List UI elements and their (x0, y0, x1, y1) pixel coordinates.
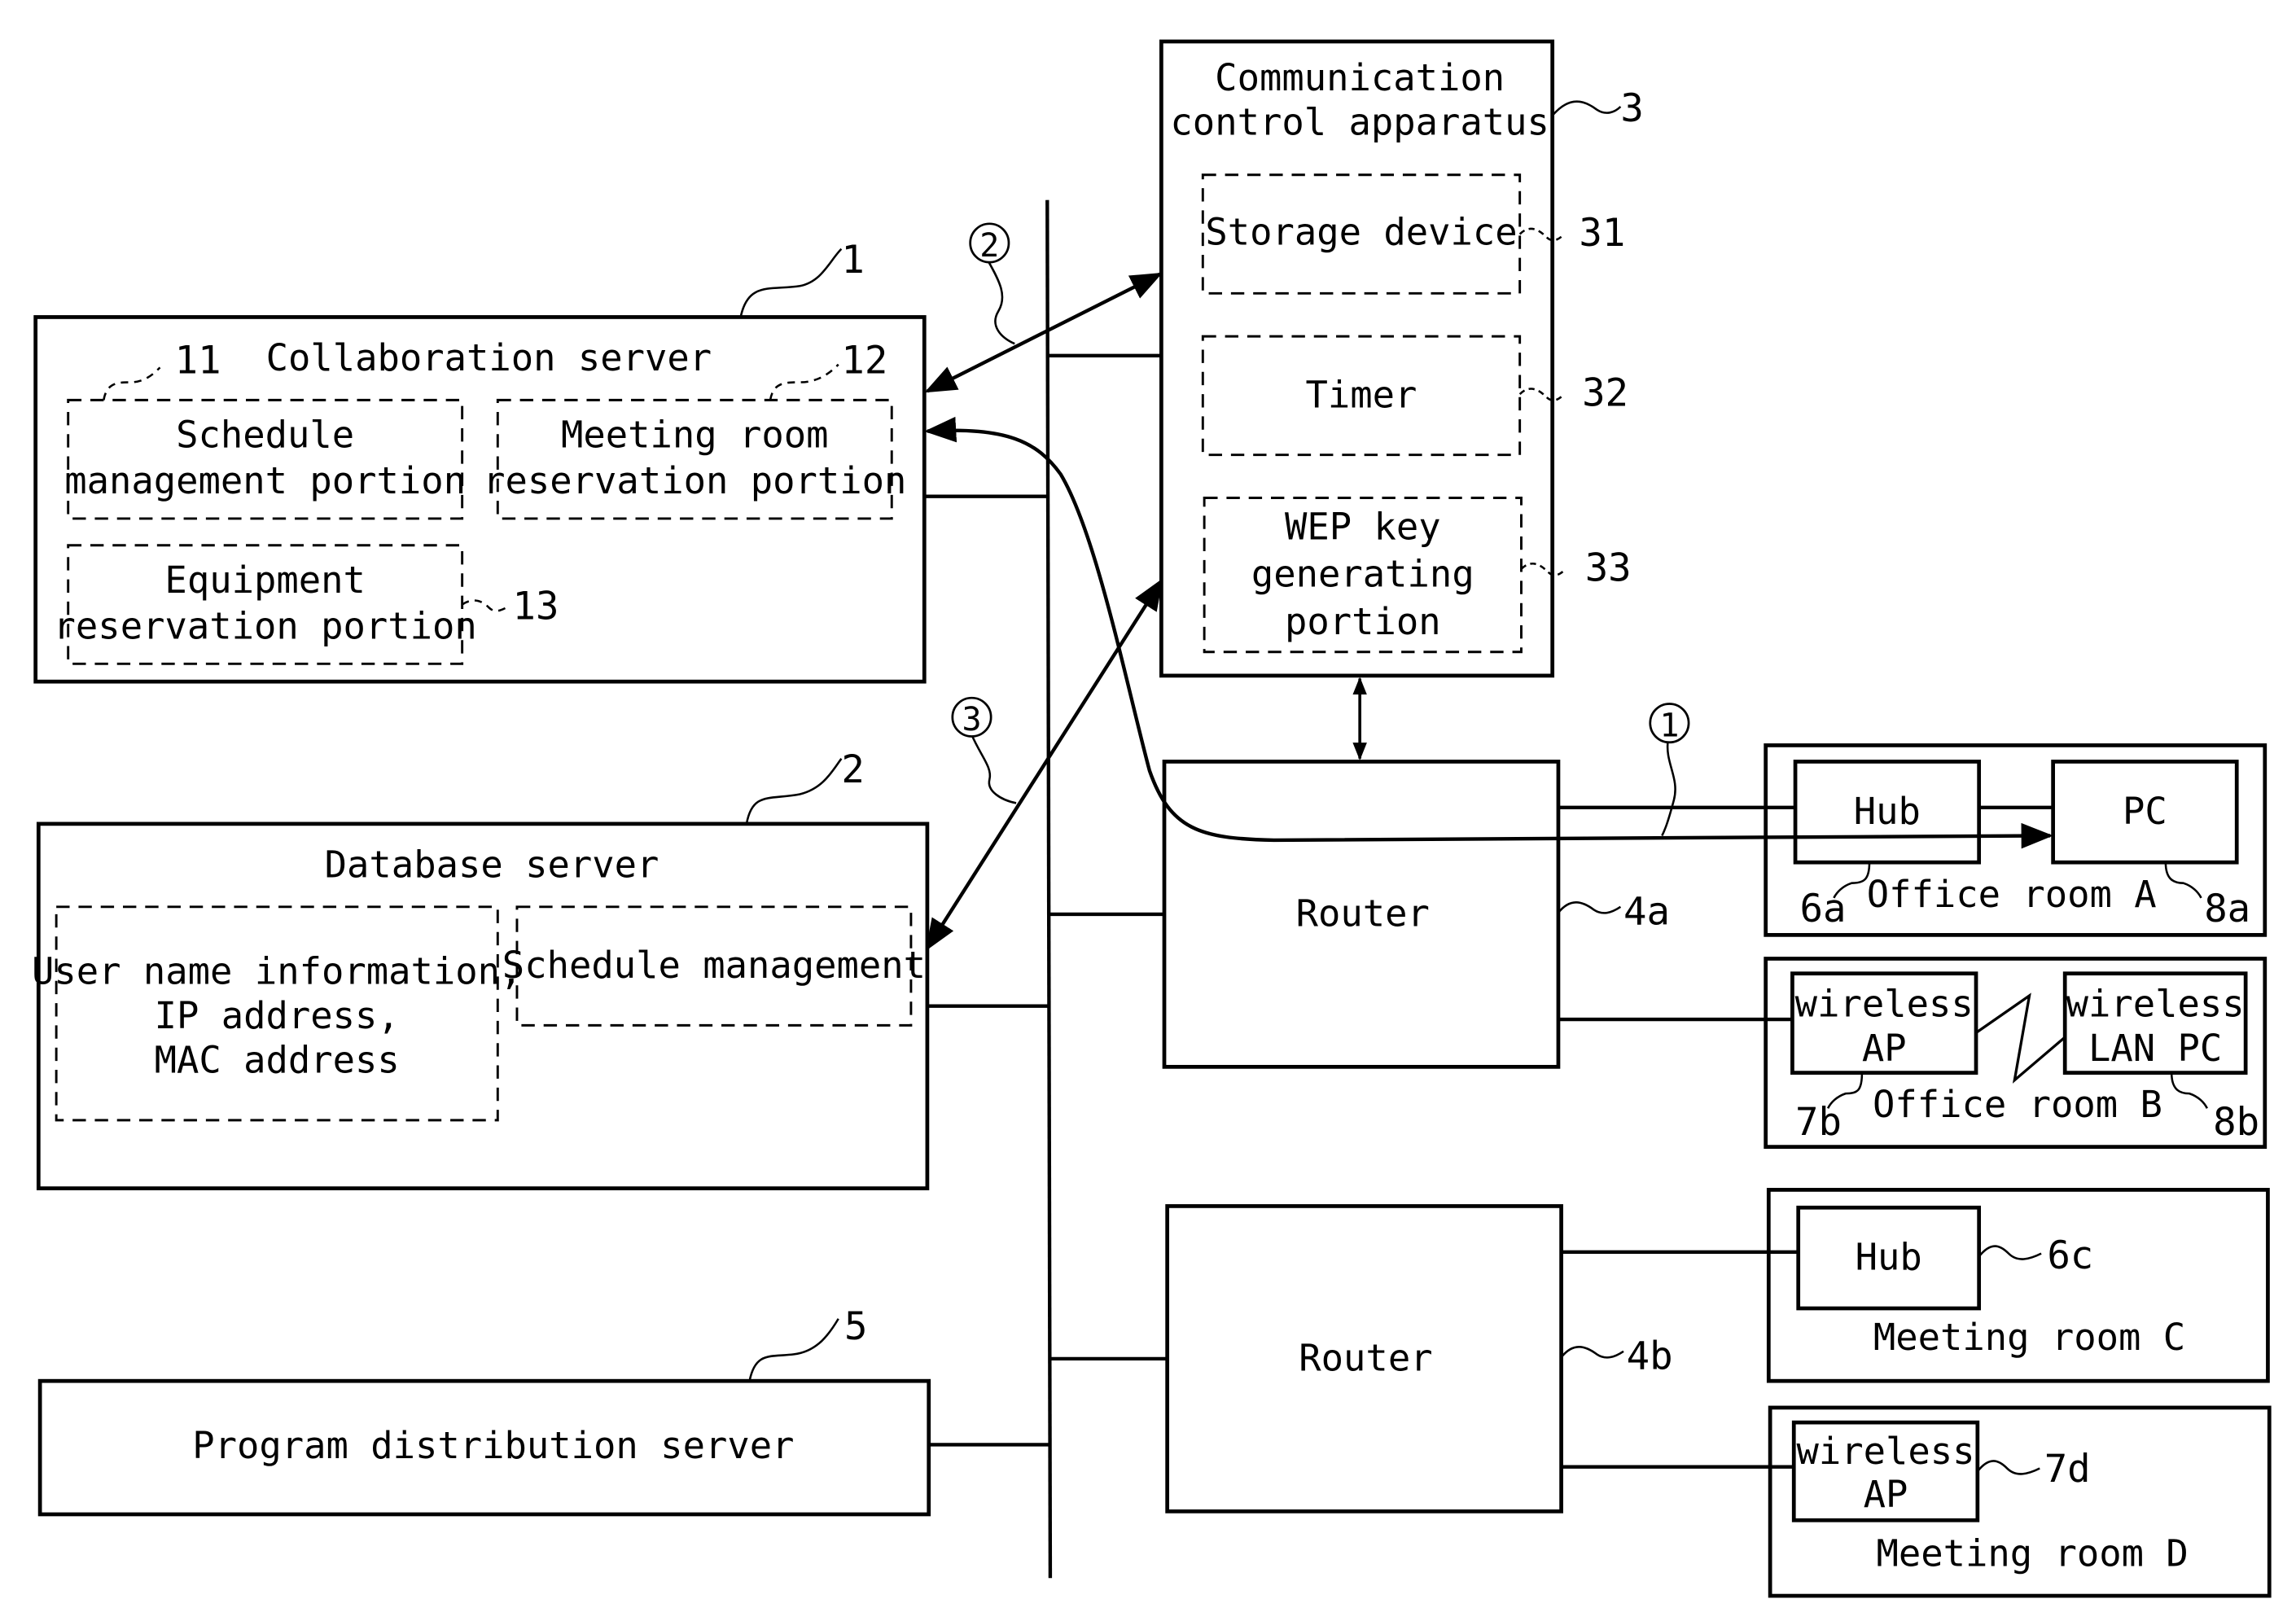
router-4a-label: Router (1296, 892, 1430, 935)
wep-key-line2: generating (1251, 553, 1474, 596)
wireless-ap-7d-line2: AP (1864, 1473, 1908, 1516)
flow-1-leader (1661, 740, 1676, 837)
program-distribution-server: Program distribution server 5 (37, 1304, 931, 1517)
ref-label-2: 2 (841, 747, 864, 792)
ref-label-33: 33 (1585, 545, 1632, 590)
ref-label-31: 31 (1579, 211, 1625, 256)
equipment-reservation-portion-line1: Equipment (164, 559, 365, 602)
ref-label-7b: 7b (1795, 1100, 1842, 1145)
wireless-ap-7b-line1: wireless (1795, 982, 1974, 1025)
ref-label-11: 11 (175, 339, 221, 383)
router-4b-label: Router (1299, 1336, 1432, 1379)
ref-label-1: 1 (841, 238, 864, 283)
network-system-diagram: Collaboration server 1 Schedule manageme… (32, 39, 2272, 1598)
ref-label-4b: 4b (1627, 1334, 1673, 1379)
user-info-line3: MAC address (155, 1039, 400, 1082)
database-server: Database server 2 User name information,… (32, 747, 930, 1190)
network-backbone-line (1045, 199, 1053, 1579)
schedule-management-portion-line1: Schedule (176, 414, 354, 457)
office-room-a: Hub PC Office room A 6a 8a (1764, 743, 2268, 937)
flow-2-arrow (924, 272, 1163, 393)
ref-label-5: 5 (844, 1304, 867, 1349)
hub-6c-label: Hub (1856, 1236, 1922, 1279)
cca-title-line1: Communication (1215, 56, 1505, 99)
pc-8a-label: PC (2123, 790, 2167, 833)
wep-key-line1: WEP key (1285, 505, 1441, 548)
database-server-title: Database server (325, 843, 659, 886)
wireless-ap-7d-line1: wireless (1797, 1430, 1975, 1473)
meeting-room-d: wireless AP 7d Meeting room D (1768, 1405, 2272, 1598)
ref-label-12: 12 (841, 339, 887, 383)
communication-control-apparatus: Communication control apparatus 3 Storag… (1159, 39, 1644, 678)
meeting-room-d-label: Meeting room D (1876, 1532, 2188, 1575)
timer-label: Timer (1306, 373, 1417, 416)
flow-3-marker-label: 3 (962, 701, 981, 738)
office-room-a-label: Office room A (1867, 873, 2157, 916)
flow-2-leader (987, 260, 1015, 345)
flow-2-marker-label: 2 (979, 227, 999, 265)
ref-label-8b: 8b (2213, 1100, 2259, 1145)
collaboration-server-title: Collaboration server (266, 336, 712, 379)
office-room-b-label: Office room B (1873, 1083, 2162, 1126)
cca-title-line2: control apparatus (1170, 101, 1549, 144)
meeting-room-reservation-portion-line1: Meeting room (561, 414, 829, 457)
office-room-b: wireless AP wireless LAN PC Office room … (1764, 957, 2268, 1149)
ref-label-32: 32 (1582, 371, 1628, 416)
ref-label-7d: 7d (2044, 1447, 2091, 1492)
equipment-reservation-portion-line2: reservation portion (54, 604, 477, 647)
schedule-management-portion-line2: management portion (64, 459, 466, 502)
ref-label-6c: 6c (2047, 1233, 2093, 1278)
meeting-room-c-label: Meeting room C (1873, 1316, 2185, 1359)
ref-label-6a: 6a (1800, 887, 1847, 931)
flow-3-arrow (925, 578, 1163, 952)
flow-1-marker-label: 1 (1659, 707, 1679, 744)
flow-3-leader (971, 734, 1017, 804)
meeting-room-c: Hub 6c Meeting room C (1766, 1188, 2270, 1383)
schedule-management-store-label: Schedule management (502, 944, 926, 987)
ref-label-8a: 8a (2204, 887, 2250, 931)
meeting-room-reservation-portion-line2: reservation portion (483, 459, 906, 502)
ref-label-3: 3 (1620, 86, 1643, 131)
user-info-line2: IP address, (155, 994, 400, 1037)
program-distribution-server-title: Program distribution server (192, 1424, 794, 1467)
wireless-lan-pc-8b-line2: LAN PC (2088, 1027, 2222, 1070)
ref-label-13: 13 (512, 585, 559, 629)
storage-device-label: Storage device (1205, 210, 1517, 253)
wireless-ap-7b-line2: AP (1862, 1027, 1907, 1070)
wireless-lan-pc-8b-line1: wireless (2066, 982, 2245, 1025)
ref-label-4a: 4a (1623, 890, 1670, 935)
user-info-line1: User name information, (32, 949, 522, 992)
collaboration-server: Collaboration server 1 Schedule manageme… (33, 238, 927, 684)
wep-key-line3: portion (1285, 600, 1441, 643)
hub-6a-label: Hub (1854, 790, 1921, 833)
